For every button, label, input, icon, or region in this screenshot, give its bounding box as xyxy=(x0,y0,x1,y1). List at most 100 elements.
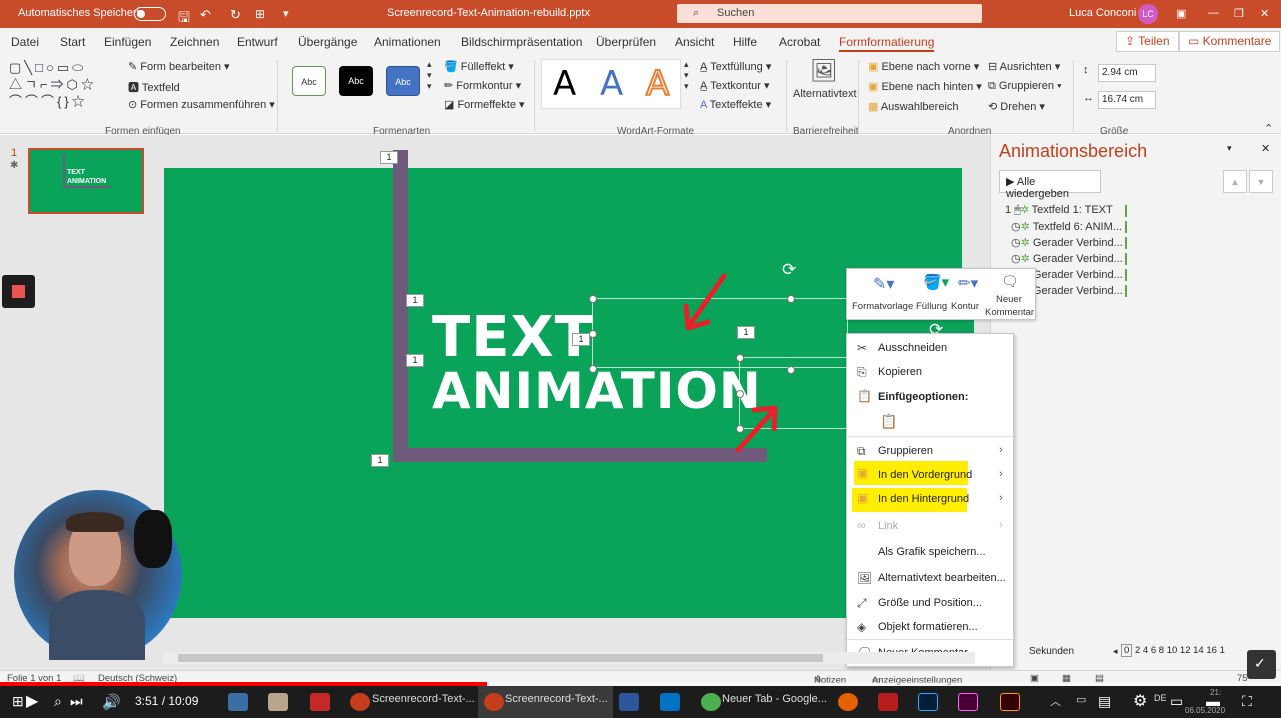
wordart-style-black[interactable]: A xyxy=(553,64,576,104)
tab-formformatierung[interactable]: Formformatierung xyxy=(839,35,935,52)
xd-icon[interactable] xyxy=(958,693,978,711)
move-down-button[interactable]: ▼ xyxy=(1249,170,1273,193)
resize-handle[interactable] xyxy=(589,295,597,303)
settings-gear-icon[interactable]: ⚙ xyxy=(1133,691,1147,711)
share-button[interactable]: ⇪ Teilen xyxy=(1116,31,1179,52)
animation-item[interactable]: 1 🖱✲ Textfeld 1: TEXT xyxy=(1005,204,1113,217)
width-input[interactable]: 16.74 cm xyxy=(1098,91,1156,109)
animation-order-tag[interactable]: 1 xyxy=(737,326,755,339)
chrome-icon[interactable] xyxy=(701,693,721,711)
search-icon[interactable]: ⌕ xyxy=(54,693,62,710)
tab-ueberpruefen[interactable]: Überprüfen xyxy=(596,35,656,49)
powerpoint-icon[interactable] xyxy=(484,693,504,711)
miniplayer-icon[interactable]: ▭ xyxy=(1170,693,1183,710)
style-button[interactable]: Formatvorlage xyxy=(852,301,913,312)
fullscreen-icon[interactable]: ⛶ xyxy=(1242,693,1252,710)
group-button[interactable]: ⧉ Gruppieren ▾ xyxy=(988,80,1062,93)
merge-shapes-button[interactable]: ⊙ Formen zusammenführen ▾ xyxy=(128,98,275,111)
taskbar-powerpoint-2[interactable]: Screenrecord-Text-... xyxy=(505,693,608,705)
menu-bring-to-front[interactable]: In den Vordergrund xyxy=(878,469,972,481)
outline-pen-icon[interactable]: ✏▾ xyxy=(958,274,978,292)
ribbon-display-icon[interactable]: ▣ xyxy=(1176,7,1186,20)
selection-pane-button[interactable]: ▦ Auswahlbereich xyxy=(868,100,959,113)
wordart-style-blue[interactable]: A xyxy=(600,64,623,104)
shape-outline-button[interactable]: ✏ Formkontur ▾ xyxy=(444,79,521,92)
shapes-gallery[interactable]: ▢╲□○▭⬭ △ㄱ⌐⇒⬡☆ ⌒⌒⌒{}☆ xyxy=(9,59,117,111)
new-comment-label-1[interactable]: Neuer xyxy=(996,294,1022,305)
shape-style-3[interactable]: Abc xyxy=(386,66,420,96)
tab-ansicht[interactable]: Ansicht xyxy=(675,35,714,49)
slide-thumbnail[interactable]: TEXT ANIMATION xyxy=(28,148,144,214)
photoshop-icon[interactable] xyxy=(918,693,938,711)
close-icon[interactable]: ✕ xyxy=(1260,7,1269,20)
menu-cut[interactable]: Ausschneiden xyxy=(878,342,947,354)
slide-text-line2[interactable]: ANIMATION xyxy=(432,362,762,420)
move-up-button[interactable]: ▲ xyxy=(1223,170,1247,193)
pane-options-icon[interactable]: ▾ xyxy=(1227,143,1232,154)
tray-chevron-icon[interactable]: ︿ xyxy=(1050,693,1061,709)
height-input[interactable]: 2.94 cm xyxy=(1098,64,1156,82)
new-comment-label-2[interactable]: Kommentar xyxy=(985,307,1034,318)
rotate-handle-icon[interactable]: ⟳ xyxy=(782,260,796,280)
send-backward-button[interactable]: ▣ Ebene nach hinten ▾ xyxy=(868,80,982,93)
outlook-icon[interactable] xyxy=(660,693,680,711)
collapse-ribbon-icon[interactable]: ⌃ xyxy=(1264,122,1273,135)
menu-size-position[interactable]: Größe und Position... xyxy=(878,597,982,609)
animation-order-tag[interactable]: 1 xyxy=(406,294,424,307)
minimize-icon[interactable]: — xyxy=(1208,7,1219,19)
timeline-left-icon[interactable]: ◂ xyxy=(1113,646,1118,657)
outline-button[interactable]: Kontur xyxy=(951,301,979,312)
shape-style-1[interactable]: Abc xyxy=(292,66,326,96)
present-icon[interactable]: ⊞ xyxy=(255,7,265,21)
wordart-gallery-scroll[interactable]: ▴ ▾ ▾ xyxy=(684,59,689,92)
volume-icon[interactable]: 🔊 xyxy=(102,693,121,711)
word-icon[interactable] xyxy=(619,693,639,711)
shape-style-2[interactable]: Abc xyxy=(339,66,373,96)
horizontal-connector-line[interactable] xyxy=(393,448,767,462)
new-comment-icon[interactable]: 🗨 xyxy=(1001,273,1019,290)
animation-order-tag[interactable]: 1 xyxy=(572,333,590,346)
tab-hilfe[interactable]: Hilfe xyxy=(733,35,757,49)
menu-save-as-graphic[interactable]: Als Grafik speichern... xyxy=(878,546,986,558)
bring-forward-button[interactable]: ▣ Ebene nach vorne ▾ xyxy=(868,60,979,73)
scrollbar-thumb[interactable] xyxy=(178,654,823,662)
check-icon[interactable]: ✓ xyxy=(1247,650,1276,679)
customize-qat-icon[interactable]: ▾ xyxy=(283,7,289,20)
tray-icon[interactable]: ▭ xyxy=(1076,693,1086,706)
shape-effects-button[interactable]: ◪ Formeffekte ▾ xyxy=(444,98,525,111)
fill-bucket-icon[interactable]: 🪣▾ xyxy=(923,273,949,291)
avatar[interactable]: LC xyxy=(1138,4,1158,24)
redo-icon[interactable]: ↻ xyxy=(230,7,241,23)
pane-close-icon[interactable]: ✕ xyxy=(1261,142,1270,155)
menu-send-to-back[interactable]: In den Hintergrund xyxy=(878,493,969,505)
resize-handle[interactable] xyxy=(589,365,597,373)
animation-order-tag[interactable]: 1 xyxy=(371,454,389,467)
text-fill-button[interactable]: A̲ Textfüllung ▾ xyxy=(700,60,771,73)
menu-group[interactable]: Gruppieren xyxy=(878,445,933,457)
tab-uebergaenge[interactable]: Übergänge xyxy=(298,35,357,49)
alt-text-button[interactable]: Alternativtext xyxy=(793,88,857,100)
taskbar-powerpoint-1[interactable]: Screenrecord-Text-... xyxy=(372,693,475,705)
firefox-icon[interactable] xyxy=(838,693,858,711)
tab-acrobat[interactable]: Acrobat xyxy=(779,35,820,49)
autosave-toggle[interactable] xyxy=(134,7,166,21)
search-input[interactable]: Suchen xyxy=(717,7,754,19)
tab-datei[interactable]: Datei xyxy=(11,35,39,49)
menu-copy[interactable]: Kopieren xyxy=(878,366,922,378)
text-outline-button[interactable]: A̲ Textkontur ▾ xyxy=(700,79,770,92)
style-icon[interactable]: ✎▾ xyxy=(873,274,894,294)
tab-bildschirmpraesentation[interactable]: Bildschirmpräsentation xyxy=(461,35,582,49)
align-button[interactable]: ⊟ Ausrichten ▾ xyxy=(988,60,1060,73)
play-all-button[interactable]: ▶ Alle wiedergeben xyxy=(999,170,1101,200)
search-box[interactable]: ⌕ Suchen xyxy=(677,4,982,23)
tab-entwurf[interactable]: Entwurf xyxy=(237,35,278,49)
fill-button[interactable]: Füllung xyxy=(916,301,947,312)
tab-start[interactable]: Start xyxy=(60,35,85,49)
record-stop-button[interactable] xyxy=(2,275,35,308)
tab-einfuegen[interactable]: Einfügen xyxy=(104,35,151,49)
tab-zeichnen[interactable]: Zeichnen xyxy=(170,35,219,49)
wordart-style-orange[interactable]: A xyxy=(645,63,670,105)
resize-handle[interactable] xyxy=(736,390,744,398)
gallery-scroll-up[interactable]: ▴ ▾ ▾ xyxy=(427,59,432,92)
itunes-icon[interactable] xyxy=(268,693,288,711)
